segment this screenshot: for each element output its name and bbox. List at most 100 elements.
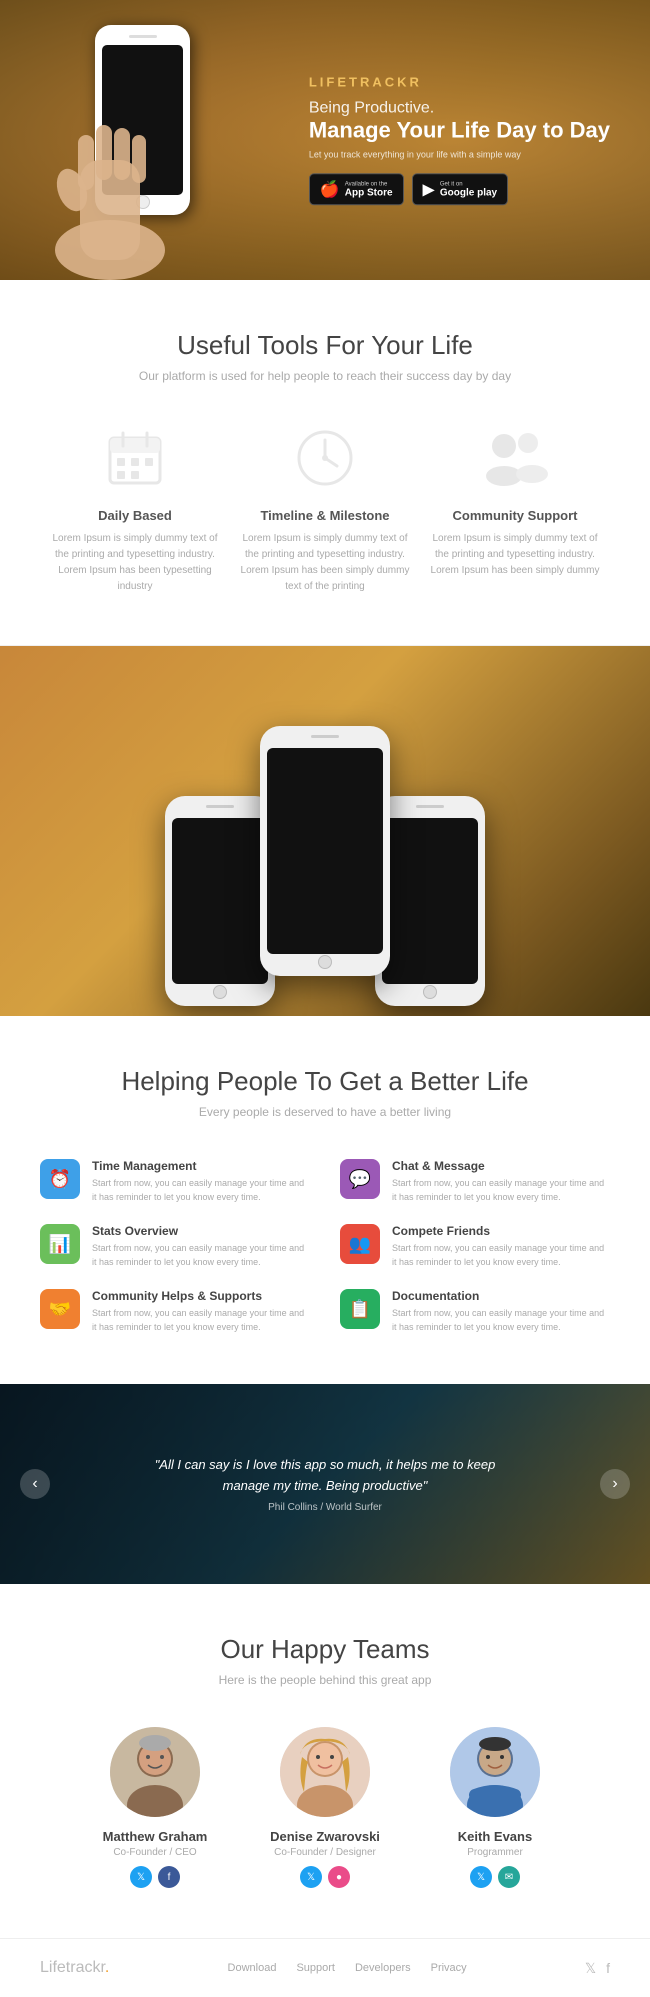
hero-content: LIFETRACKR Being Productive. Manage Your… bbox=[309, 74, 610, 205]
phone-right-home bbox=[423, 985, 437, 999]
matthew-name: Matthew Graham bbox=[103, 1829, 208, 1844]
tools-section: Useful Tools For Your Life Our platform … bbox=[0, 280, 650, 645]
hero-section: LIFETRACKR Being Productive. Manage Your… bbox=[0, 0, 650, 280]
clock-small-icon: ⏰ bbox=[49, 1169, 71, 1190]
community-helps-desc: Start from now, you can easily manage yo… bbox=[92, 1307, 310, 1334]
footer: Lifetrackr. Download Support Developers … bbox=[0, 1938, 650, 1997]
denise-avatar bbox=[280, 1727, 370, 1817]
better-life-subtitle: Every people is deserved to have a bette… bbox=[40, 1105, 610, 1119]
docs-text: Documentation Start from now, you can ea… bbox=[392, 1289, 610, 1334]
phone-right bbox=[375, 796, 485, 1006]
phone-right-speaker bbox=[416, 805, 444, 808]
community-helps-text: Community Helps & Supports Start from no… bbox=[92, 1289, 310, 1334]
denise-role: Co-Founder / Designer bbox=[274, 1847, 376, 1858]
features-col-right: 💬 Chat & Message Start from now, you can… bbox=[340, 1159, 610, 1334]
hand-svg bbox=[20, 80, 200, 280]
hero-sub: Let you track everything in your life wi… bbox=[309, 150, 610, 160]
googleplay-button[interactable]: ▶ Get it on Google play bbox=[412, 174, 509, 206]
friends-icon: 👥 bbox=[349, 1234, 371, 1255]
docs-desc: Start from now, you can easily manage yo… bbox=[392, 1307, 610, 1334]
phones-container bbox=[165, 726, 485, 976]
stats-desc: Start from now, you can easily manage yo… bbox=[92, 1242, 310, 1269]
matthew-avatar-svg bbox=[110, 1727, 200, 1817]
keith-avatar bbox=[450, 1727, 540, 1817]
stats-icon-box: 📊 bbox=[40, 1224, 80, 1264]
feature-chat: 💬 Chat & Message Start from now, you can… bbox=[340, 1159, 610, 1204]
testimonial-next-button[interactable]: › bbox=[600, 1469, 630, 1499]
appstore-button[interactable]: 🍎 Available on the App Store bbox=[309, 174, 404, 206]
denise-avatar-svg bbox=[280, 1727, 370, 1817]
keith-socials: 𝕏 ✉ bbox=[470, 1866, 520, 1888]
testimonial-section: ‹ "All I can say is I love this app so m… bbox=[0, 1384, 650, 1584]
phone-left-home bbox=[213, 985, 227, 999]
feature-stats-overview: 📊 Stats Overview Start from now, you can… bbox=[40, 1224, 310, 1269]
matthew-socials: 𝕏 f bbox=[130, 1866, 180, 1888]
testimonial-quote: "All I can say is I love this app so muc… bbox=[135, 1455, 515, 1497]
chat-icon-box: 💬 bbox=[340, 1159, 380, 1199]
testimonial-prev-button[interactable]: ‹ bbox=[20, 1469, 50, 1499]
calendar-icon bbox=[100, 423, 170, 493]
feature-time-management: ⏰ Time Management Start from now, you ca… bbox=[40, 1159, 310, 1204]
phone-center-speaker bbox=[311, 735, 339, 738]
feature-community: Community Support Lorem Ipsum is simply … bbox=[420, 423, 610, 595]
feature-daily-based: Daily Based Lorem Ipsum is simply dummy … bbox=[40, 423, 230, 595]
footer-twitter-icon[interactable]: 𝕏 bbox=[585, 1960, 596, 1977]
matthew-role: Co-Founder / CEO bbox=[113, 1847, 196, 1858]
chat-text: Chat & Message Start from now, you can e… bbox=[392, 1159, 610, 1204]
feature-community-helps: 🤝 Community Helps & Supports Start from … bbox=[40, 1289, 310, 1334]
team-member-denise: Denise Zwarovski Co-Founder / Designer 𝕏… bbox=[255, 1727, 395, 1888]
docs-title: Documentation bbox=[392, 1289, 610, 1303]
community-helps-title: Community Helps & Supports bbox=[92, 1289, 310, 1303]
phone-right-screen bbox=[382, 818, 478, 984]
people-icon bbox=[480, 423, 550, 493]
keith-name: Keith Evans bbox=[458, 1829, 532, 1844]
team-subtitle: Here is the people behind this great app bbox=[40, 1673, 610, 1687]
footer-link-support[interactable]: Support bbox=[296, 1962, 335, 1974]
daily-based-title: Daily Based bbox=[50, 508, 220, 523]
team-member-matthew: Matthew Graham Co-Founder / CEO 𝕏 f bbox=[85, 1727, 225, 1888]
time-management-icon-box: ⏰ bbox=[40, 1159, 80, 1199]
chat-desc: Start from now, you can easily manage yo… bbox=[392, 1177, 610, 1204]
footer-logo: Lifetrackr. bbox=[40, 1959, 109, 1977]
denise-dribbble[interactable]: ● bbox=[328, 1866, 350, 1888]
feature-timeline: Timeline & Milestone Lorem Ipsum is simp… bbox=[230, 423, 420, 595]
denise-twitter[interactable]: 𝕏 bbox=[300, 1866, 322, 1888]
footer-socials: 𝕏 f bbox=[585, 1960, 610, 1977]
hero-tagline1: Being Productive. bbox=[309, 99, 610, 117]
tools-title: Useful Tools For Your Life bbox=[40, 330, 610, 361]
appstore-text: Available on the App Store bbox=[345, 181, 393, 198]
matthew-facebook[interactable]: f bbox=[158, 1866, 180, 1888]
compete-text: Compete Friends Start from now, you can … bbox=[392, 1224, 610, 1269]
phone-center-home bbox=[318, 955, 332, 969]
hero-phone-hand-illustration bbox=[20, 0, 240, 280]
hero-tagline2: Manage Your Life Day to Day bbox=[309, 117, 610, 143]
footer-facebook-icon[interactable]: f bbox=[606, 1960, 610, 1977]
phone-center bbox=[260, 726, 390, 976]
phone-center-screen bbox=[267, 748, 383, 954]
better-life-section: Helping People To Get a Better Life Ever… bbox=[0, 1016, 650, 1384]
stats-title: Stats Overview bbox=[92, 1224, 310, 1238]
phone-speaker bbox=[129, 35, 157, 38]
time-management-desc: Start from now, you can easily manage yo… bbox=[92, 1177, 310, 1204]
keith-twitter[interactable]: 𝕏 bbox=[470, 1866, 492, 1888]
footer-link-developers[interactable]: Developers bbox=[355, 1962, 411, 1974]
tools-subtitle: Our platform is used for help people to … bbox=[40, 369, 610, 383]
matthew-twitter[interactable]: 𝕏 bbox=[130, 1866, 152, 1888]
phones-section bbox=[0, 646, 650, 1016]
features-col-left: ⏰ Time Management Start from now, you ca… bbox=[40, 1159, 310, 1334]
googleplay-text: Get it on Google play bbox=[440, 181, 497, 198]
keith-envelope[interactable]: ✉ bbox=[498, 1866, 520, 1888]
compete-icon-box: 👥 bbox=[340, 1224, 380, 1264]
feature-documentation: 📋 Documentation Start from now, you can … bbox=[340, 1289, 610, 1334]
time-management-text: Time Management Start from now, you can … bbox=[92, 1159, 310, 1204]
testimonial-author: Phil Collins / World Surfer bbox=[135, 1502, 515, 1513]
footer-link-download[interactable]: Download bbox=[228, 1962, 277, 1974]
team-member-keith: Keith Evans Programmer 𝕏 ✉ bbox=[425, 1727, 565, 1888]
footer-logo-dot: . bbox=[105, 1959, 109, 1976]
team-section: Our Happy Teams Here is the people behin… bbox=[0, 1584, 650, 1938]
footer-nav: Download Support Developers Privacy bbox=[228, 1962, 467, 1974]
apple-icon: 🍎 bbox=[320, 180, 340, 200]
phone-left-screen bbox=[172, 818, 268, 984]
footer-link-privacy[interactable]: Privacy bbox=[431, 1962, 467, 1974]
chart-icon: 📊 bbox=[49, 1234, 71, 1255]
